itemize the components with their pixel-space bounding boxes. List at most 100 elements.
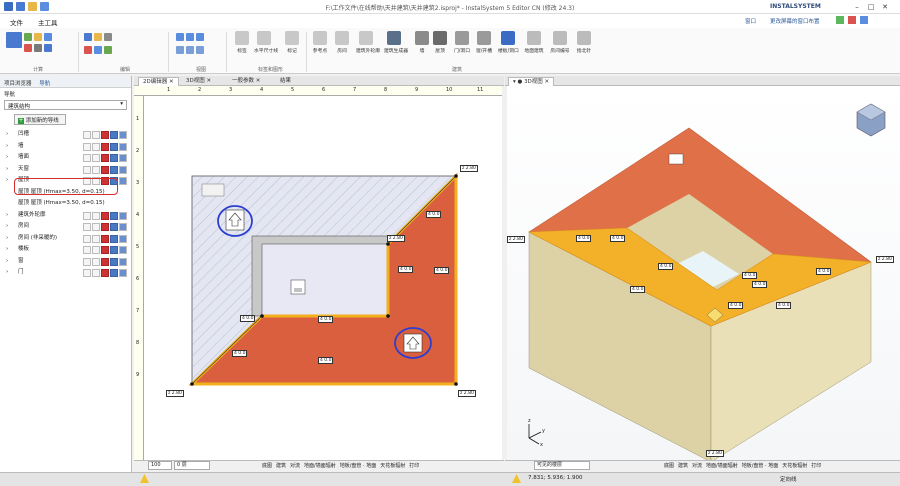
window-button[interactable]: 窗/开槽 <box>474 31 494 65</box>
view-tab[interactable]: 底图 <box>262 462 272 469</box>
action-icon[interactable] <box>101 246 109 254</box>
slope-label[interactable]: 4 0.0 <box>318 357 334 364</box>
action-icon[interactable] <box>119 234 127 243</box>
tree-item[interactable]: › 墙面 <box>0 152 131 164</box>
save-as-icon[interactable] <box>16 2 25 11</box>
view-tab[interactable]: 对流 <box>692 462 702 469</box>
pan-icon[interactable] <box>176 46 184 54</box>
elevation-label[interactable]: z 2.80 <box>507 236 525 243</box>
action-icon[interactable] <box>119 154 127 162</box>
rotate-icon[interactable] <box>104 46 112 54</box>
nav-dropdown[interactable]: 建筑结构 ▾ <box>4 100 127 110</box>
calc-sub-icon-2[interactable] <box>34 33 42 41</box>
action-icon[interactable] <box>110 165 118 174</box>
info-icon[interactable] <box>860 16 868 24</box>
tab-project-browser[interactable]: 项目浏览器 <box>4 81 32 87</box>
zoom-in-icon[interactable] <box>176 33 184 41</box>
action-icon[interactable] <box>110 131 118 139</box>
slope-label[interactable]: 4 0.0 <box>610 235 626 242</box>
slope-label[interactable]: 4 0.0 <box>816 268 832 275</box>
vertex[interactable] <box>386 242 390 246</box>
building-outline-button[interactable]: 建筑外轮廓 <box>356 31 380 65</box>
action-icon[interactable] <box>119 269 127 277</box>
action-icon[interactable] <box>92 269 100 277</box>
chevron-right-icon[interactable]: › <box>6 166 8 172</box>
calc-sub-icon-5[interactable] <box>34 44 42 52</box>
refresh-icon[interactable] <box>196 46 204 54</box>
action-icon[interactable] <box>92 234 100 243</box>
paste-icon[interactable] <box>94 33 102 41</box>
chevron-right-icon[interactable]: › <box>6 154 8 160</box>
room-button[interactable]: 房间 <box>332 31 352 65</box>
action-icon[interactable] <box>110 223 118 231</box>
action-icon[interactable] <box>92 257 100 266</box>
calc-sub-icon-4[interactable] <box>24 44 32 52</box>
vertex[interactable] <box>454 174 458 178</box>
view-tab[interactable]: 地面/墙面辐射 <box>304 462 336 469</box>
reference-point-button[interactable]: 参考点 <box>310 31 330 65</box>
action-icon[interactable] <box>110 257 118 266</box>
close-button[interactable]: ✕ <box>880 2 890 12</box>
tree-item[interactable]: › 凹槽 <box>0 129 131 141</box>
action-icon[interactable] <box>101 269 109 277</box>
minimize-button[interactable]: – <box>852 2 862 12</box>
action-icon[interactable] <box>83 142 91 151</box>
ground-building-button[interactable]: 地面建筑 <box>524 31 544 65</box>
action-icon[interactable] <box>83 257 91 266</box>
action-icon[interactable] <box>83 131 91 139</box>
layer-select[interactable]: 可见的楼层 <box>534 461 590 470</box>
copy-icon[interactable] <box>84 33 92 41</box>
tab-navigation[interactable]: 导航 <box>39 81 50 87</box>
action-icon[interactable] <box>110 269 118 277</box>
action-icon[interactable] <box>83 211 91 220</box>
dimension-button[interactable]: 水平尺寸线 <box>254 31 278 65</box>
roof-symbol-icon[interactable] <box>668 153 684 165</box>
menu-file[interactable]: 文件 <box>10 17 23 27</box>
view-tab[interactable]: 天花板辐射 <box>782 462 807 469</box>
action-icon[interactable] <box>110 211 118 220</box>
action-icon[interactable] <box>83 246 91 254</box>
slope-label[interactable]: 4 0.0 <box>240 315 256 322</box>
slope-label[interactable]: 4 0.0 <box>742 272 758 279</box>
zoom-select[interactable]: 100 <box>148 461 172 470</box>
action-icon[interactable] <box>119 142 127 151</box>
view-icon[interactable] <box>186 46 194 54</box>
action-icon[interactable] <box>83 269 91 277</box>
action-icon[interactable] <box>83 154 91 162</box>
elevation-label[interactable]: z 2.80 <box>458 390 476 397</box>
view-tab[interactable]: 建筑 <box>678 462 688 469</box>
tab-results[interactable]: 结果 <box>276 77 295 86</box>
elevation-label[interactable]: z 2.80 <box>876 256 894 263</box>
view-tab[interactable]: 打印 <box>409 462 419 469</box>
action-icon[interactable] <box>119 257 127 266</box>
action-icon[interactable] <box>92 142 100 151</box>
tree-item[interactable]: › 房间 (非采暖的) <box>0 233 131 245</box>
slope-label[interactable]: 4 0.0 <box>426 211 442 218</box>
chevron-right-icon[interactable]: › <box>6 258 8 264</box>
tree-item[interactable]: › 房间 <box>0 221 131 233</box>
tab-3d-view-small[interactable]: 3D视图 ✕ <box>182 77 215 86</box>
zoom-fit-icon[interactable] <box>196 33 204 41</box>
chevron-right-icon[interactable]: › <box>6 269 8 275</box>
action-icon[interactable] <box>92 131 100 139</box>
tree-item[interactable]: › 窗 <box>0 256 131 268</box>
action-icon[interactable] <box>101 142 109 151</box>
alert-icon[interactable] <box>848 16 856 24</box>
label-button[interactable]: 标签 <box>232 31 252 65</box>
slope-label[interactable]: 4 0.0 <box>658 263 674 270</box>
tree-item[interactable]: › 楼板 <box>0 244 131 256</box>
move-icon[interactable] <box>94 46 102 54</box>
add-new-button[interactable]: + 添加新的导线 <box>14 114 66 125</box>
view-tab[interactable]: 地板/盘管 · 地面 <box>742 462 778 469</box>
slope-label[interactable]: 4 0.0 <box>752 281 768 288</box>
delete-icon[interactable] <box>84 46 92 54</box>
help-icon[interactable] <box>836 16 844 24</box>
save-icon[interactable] <box>4 2 13 11</box>
view-tab[interactable]: 地面/墙面辐射 <box>706 462 738 469</box>
chevron-right-icon[interactable]: › <box>6 177 8 183</box>
calc-icon[interactable] <box>6 32 22 48</box>
tab-general[interactable]: 一般参数 ✕ <box>228 77 264 86</box>
vertex[interactable] <box>190 382 194 386</box>
view-tab[interactable]: 打印 <box>811 462 821 469</box>
action-icon[interactable] <box>110 154 118 162</box>
